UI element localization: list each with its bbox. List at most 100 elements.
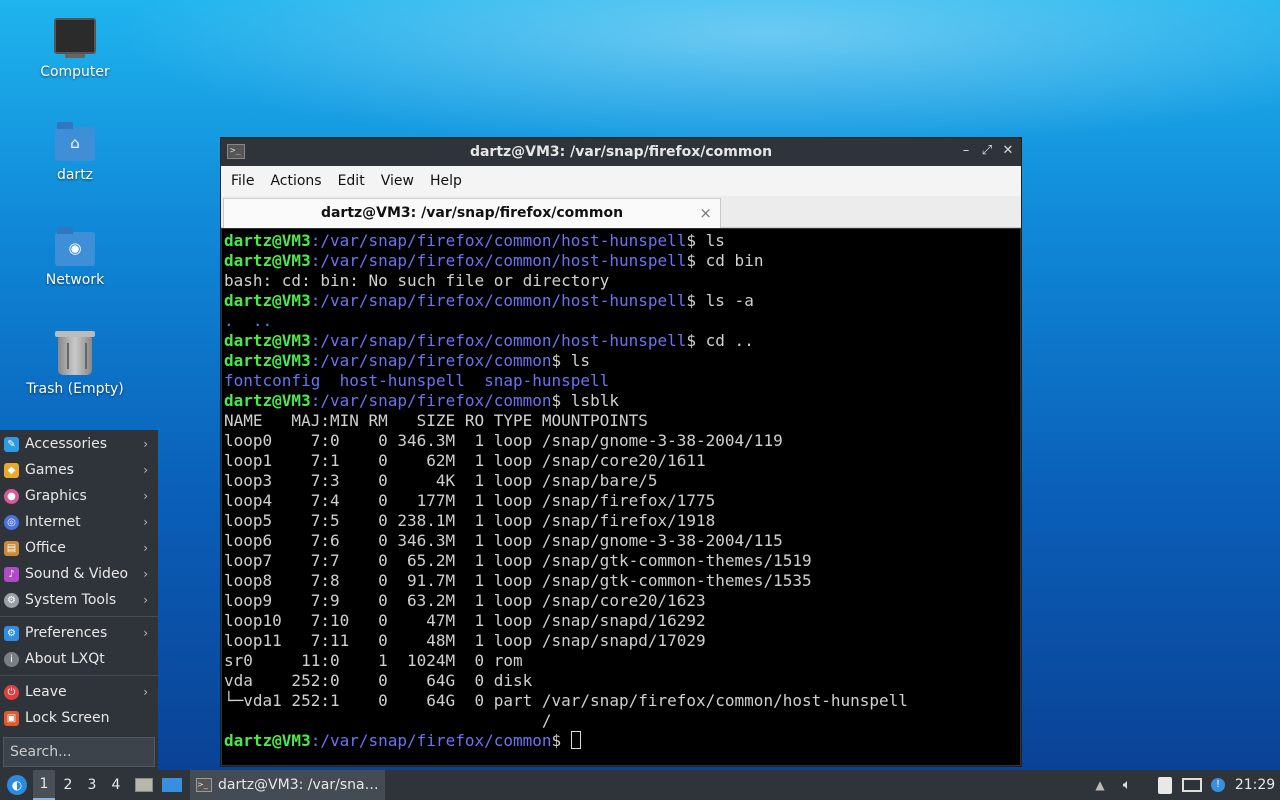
desktop-switch-1[interactable]: 1 [33,770,55,800]
menu-item-graphics[interactable]: ● Graphics › [0,483,158,509]
line-text: sr0 11:0 1 1024M 0 rom [224,651,523,670]
terminal-line: / [224,711,1018,731]
lxqt-logo-icon: ◐ [7,775,27,795]
menu-file[interactable]: File [223,173,262,189]
start-menu: ✎ Accessories › ◆ Games › ● Graphics › ◎ Intern… [0,430,158,770]
lock-icon: ▣ [4,710,19,726]
desktop-icon-label: dartz [56,167,94,183]
prompt-path: :/var/snap/firefox/common/host-hunspell [310,291,687,310]
line-text: vda 252:0 0 64G 0 disk [224,671,533,690]
menu-item-games[interactable]: ◆ Games › [0,457,158,483]
tray-update-notifier[interactable]: ! [1208,770,1228,800]
tray-volume[interactable]: 🔈︎ [1116,770,1138,800]
menu-item-preferences[interactable]: ⚙ Preferences › [0,620,158,646]
desktop-switch-3[interactable]: 3 [81,770,103,800]
prompt-path: :/var/snap/firefox/common [310,731,552,750]
menu-item-accessories[interactable]: ✎ Accessories › [0,431,158,457]
menu-item-sound-video[interactable]: ♪ Sound & Video › [0,561,158,587]
minimize-button[interactable]: – [957,142,975,160]
internet-icon: ◎ [4,514,19,530]
maximize-button[interactable]: ⤢ [978,142,996,160]
menu-help[interactable]: Help [422,173,470,189]
prompt-path: . .. [224,311,273,330]
terminal-line: loop5 7:5 0 238.1M 1 loop /snap/firefox/… [224,511,1018,531]
menu-item-leave[interactable]: ⏻ Leave › [0,679,158,705]
chevron-right-icon: › [143,515,148,529]
quicklaunch-file-manager[interactable] [133,770,155,800]
line-text: $ ls [686,231,725,250]
accessories-icon: ✎ [4,436,19,452]
info-icon: ! [1211,778,1225,792]
menu-item-lock-screen[interactable]: ▣ Lock Screen [0,705,158,731]
desktop-switch-2[interactable]: 2 [57,770,79,800]
terminal-line: dartz@VM3:/var/snap/firefox/common/host-… [224,331,1018,351]
terminal-line: bash: cd: bin: No such file or directory [224,271,1018,291]
terminal-output[interactable]: dartz@VM3:/var/snap/firefox/common/host-… [222,229,1020,765]
terminal-line: loop6 7:6 0 346.3M 1 loop /snap/gnome-3-… [224,531,1018,551]
menu-item-internet[interactable]: ◎ Internet › [0,509,158,535]
tab-terminal[interactable]: dartz@VM3: /var/snap/firefox/common × [223,198,721,228]
prompt-path: :/var/snap/firefox/common [310,391,552,410]
line-text: loop9 7:9 0 63.2M 1 loop /snap/core20/16… [224,591,706,610]
terminal-line: loop3 7:3 0 4K 1 loop /snap/bare/5 [224,471,1018,491]
desktop-switch-4[interactable]: 4 [105,770,127,800]
prompt-path: :/var/snap/firefox/common/host-hunspell [310,251,687,270]
desktop-icon-network[interactable]: ◉ Network [15,227,135,288]
prompt-path: :/var/snap/firefox/common/host-hunspell [310,231,687,250]
volume-icon: 🔈︎ [1122,777,1132,793]
prompt-path: fontconfig host-hunspell snap-hunspell [224,371,610,390]
close-button[interactable]: ✕ [999,142,1017,160]
tray-network[interactable] [1180,770,1204,800]
window-titlebar[interactable]: >_ dartz@VM3: /var/snap/firefox/common –… [221,138,1021,166]
graphics-icon: ● [4,488,19,504]
line-text: bash: cd: bin: No such file or directory [224,271,610,290]
menu-bar: File Actions Edit View Help [221,166,1021,196]
desktop-icon-trash[interactable]: Trash (Empty) [15,331,135,397]
desktop-icon-computer[interactable]: Computer [15,18,135,80]
menu-view[interactable]: View [373,173,422,189]
menu-actions[interactable]: Actions [262,173,329,189]
task-button-terminal[interactable]: >_ dartz@VM3: /var/sna… [190,770,385,800]
preferences-icon: ⚙ [4,625,19,641]
menu-separator [0,675,158,676]
menu-item-office[interactable]: ▤ Office › [0,535,158,561]
line-text: / [224,711,552,730]
line-text: loop6 7:6 0 346.3M 1 loop /snap/gnome-3-… [224,531,783,550]
menu-item-about[interactable]: i About LXQt [0,646,158,672]
about-icon: i [4,651,19,667]
desktop-icon-home[interactable]: ⌂ dartz [15,122,135,183]
tab-close-icon[interactable]: × [699,199,712,227]
tab-bar: dartz@VM3: /var/snap/firefox/common × [221,196,1021,228]
line-text: loop3 7:3 0 4K 1 loop /snap/bare/5 [224,471,658,490]
terminal-icon: >_ [196,778,212,792]
clipboard-icon [1158,776,1172,794]
prompt-user: dartz@VM3 [224,331,311,350]
terminal-line: sr0 11:0 1 1024M 0 rom [224,651,1018,671]
text-cursor [570,731,581,749]
computer-icon [54,18,96,58]
line-text: $ cd .. [686,331,754,350]
prompt-user: dartz@VM3 [224,251,311,270]
line-text: loop5 7:5 0 238.1M 1 loop /snap/firefox/… [224,511,716,530]
terminal-line: dartz@VM3:/var/snap/firefox/common/host-… [224,291,1018,311]
tray-expand-button[interactable]: ▲ [1090,770,1110,800]
tray-arrow-icon: ▲ [1095,778,1105,792]
clock[interactable]: 21:29 [1232,770,1278,800]
leave-icon: ⏻ [4,684,19,700]
chevron-right-icon: › [143,626,148,640]
prompt-user: dartz@VM3 [224,731,311,750]
quicklaunch-show-desktop[interactable] [160,770,184,800]
terminal-line: dartz@VM3:/var/snap/firefox/common$ ls [224,351,1018,371]
sound-video-icon: ♪ [4,566,19,582]
tab-label: dartz@VM3: /var/snap/firefox/common [320,205,624,221]
terminal-line: fontconfig host-hunspell snap-hunspell [224,371,1018,391]
menu-item-system-tools[interactable]: ⚙ System Tools › [0,587,158,613]
menu-edit[interactable]: Edit [330,173,373,189]
terminal-line: dartz@VM3:/var/snap/firefox/common$ [224,731,1018,751]
main-menu-button[interactable]: ◐ [4,770,30,800]
line-text: NAME MAJ:MIN RM SIZE RO TYPE MOUNTPOINTS [224,411,648,430]
tray-clipboard[interactable] [1154,770,1176,800]
menu-search-input[interactable]: Search... [3,737,155,767]
terminal-line: vda 252:0 0 64G 0 disk [224,671,1018,691]
chevron-right-icon: › [143,437,148,451]
